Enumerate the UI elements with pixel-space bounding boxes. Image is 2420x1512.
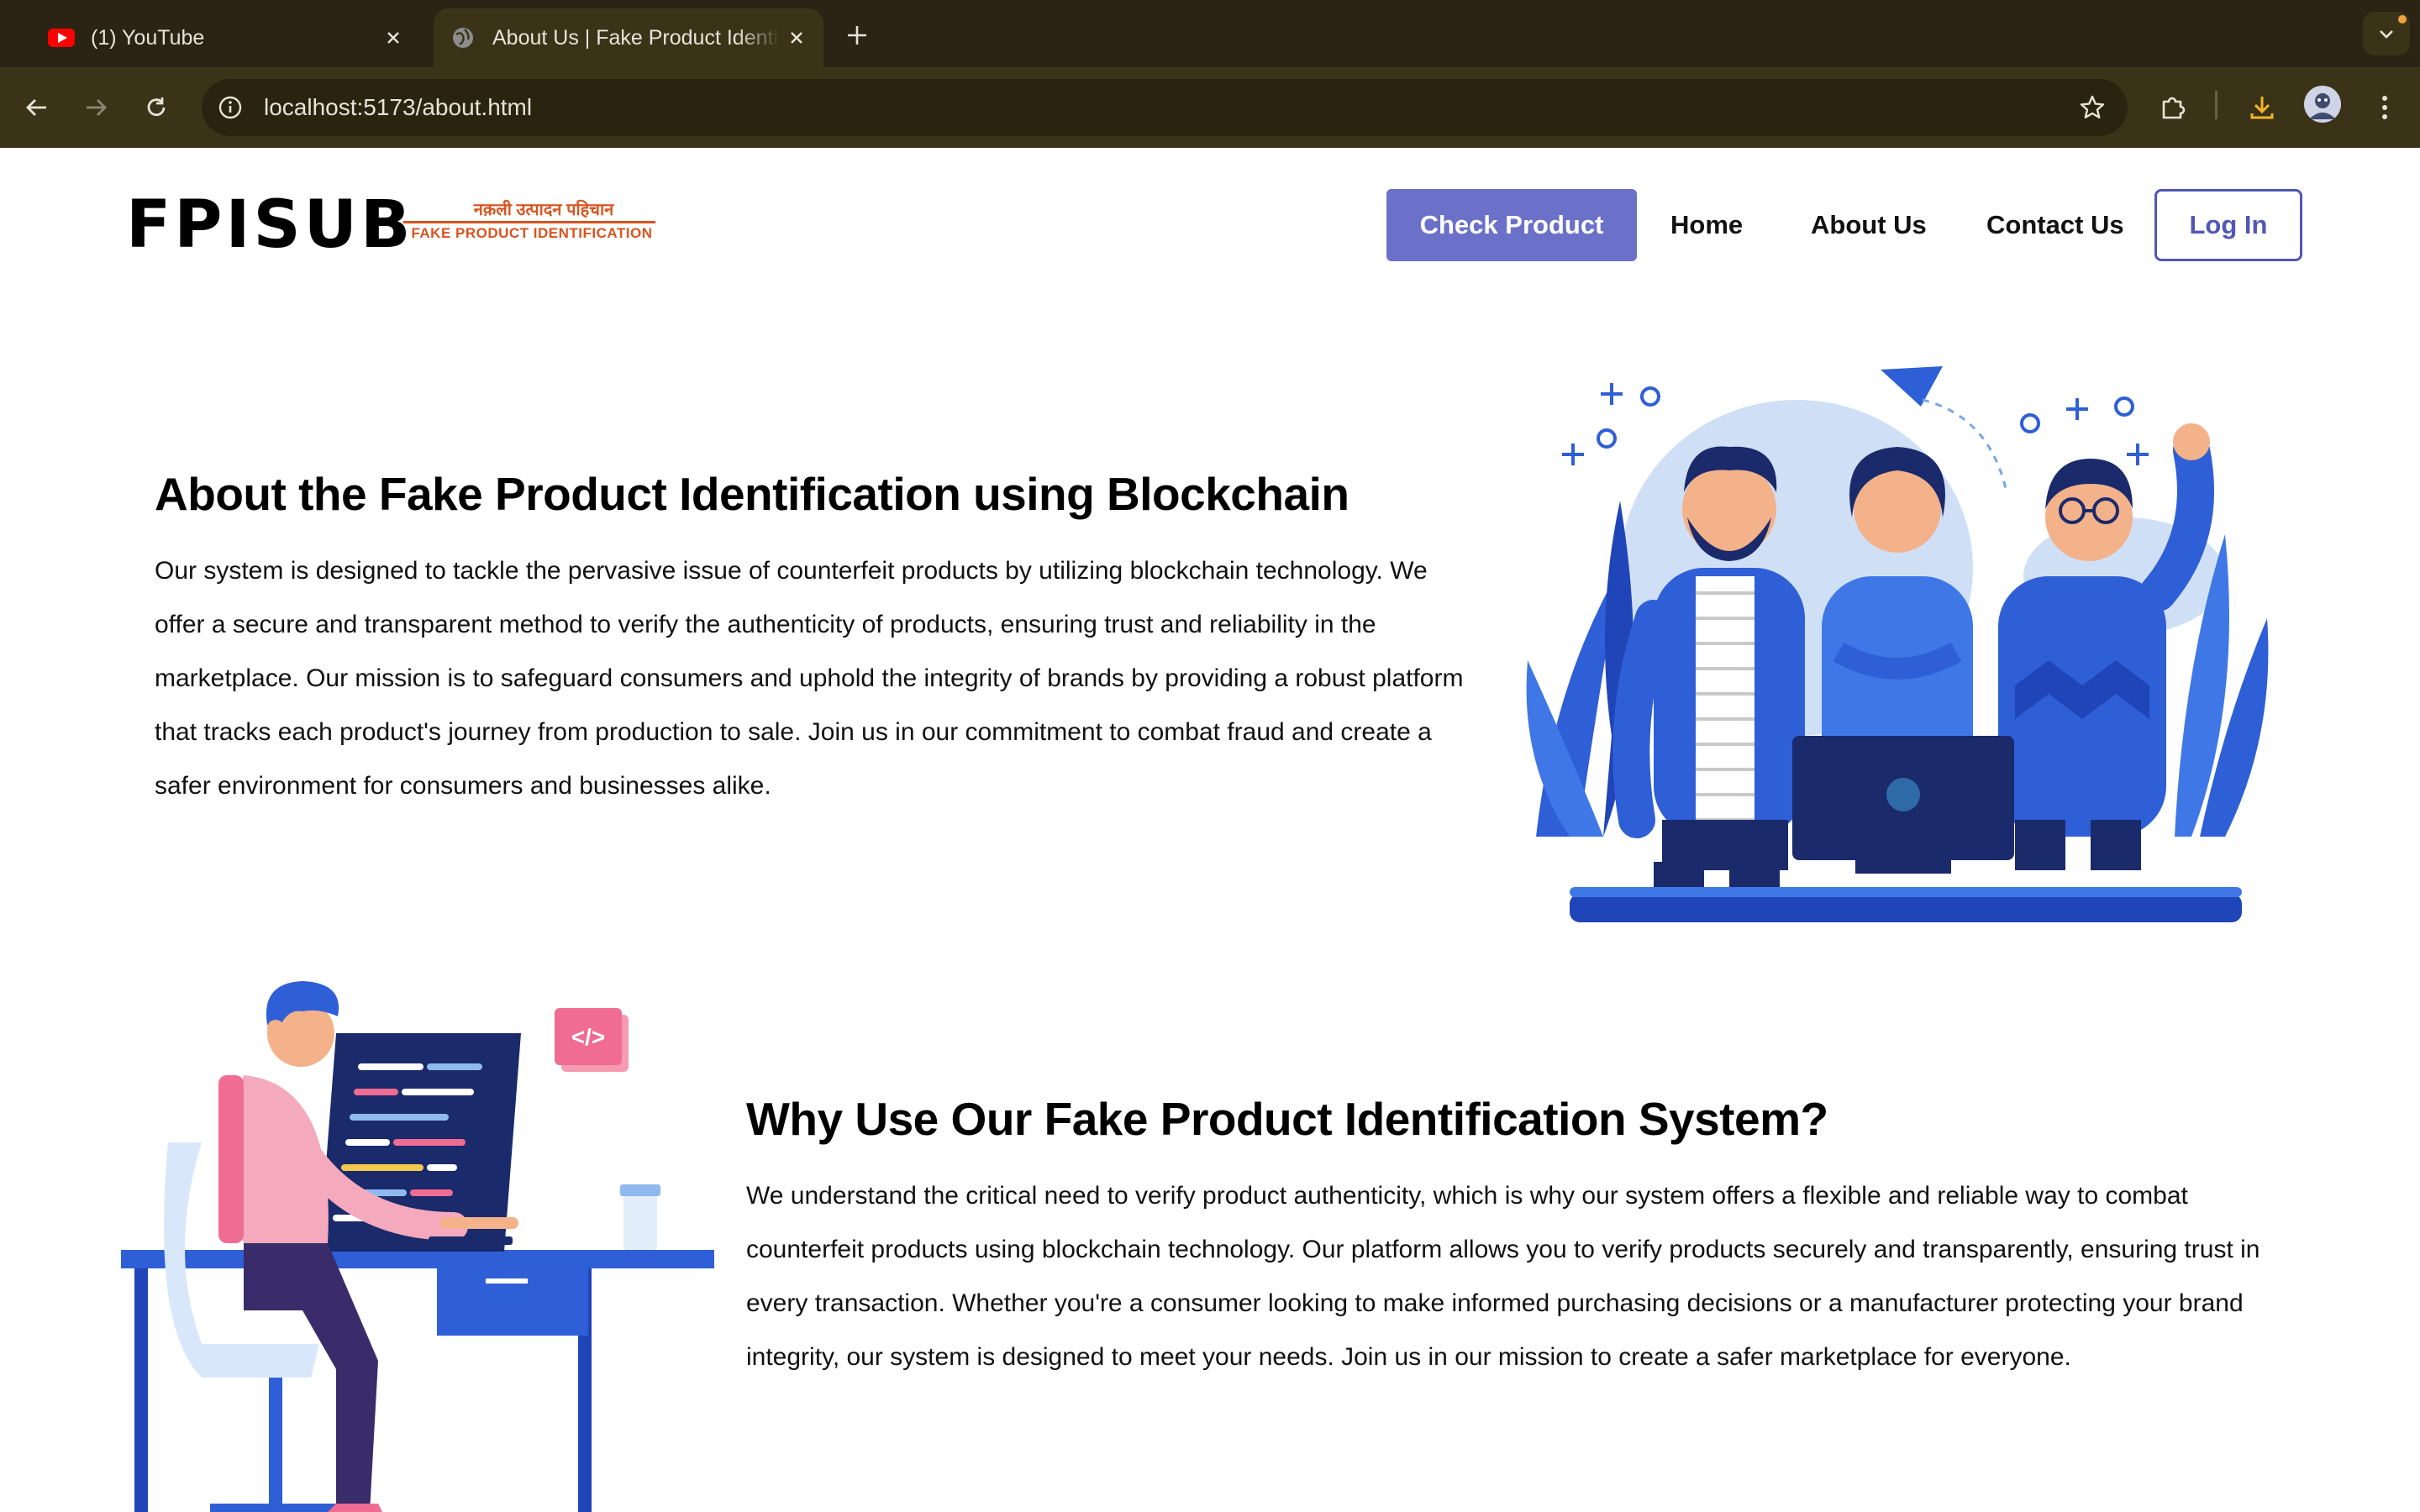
- toolbar-divider: [2215, 91, 2217, 119]
- browser-menu-button[interactable]: [2363, 86, 2407, 129]
- logo-hindi-tagline: नक़ली उत्पादन पहिचान: [473, 201, 614, 219]
- close-tab-icon[interactable]: [780, 21, 813, 55]
- forward-button[interactable]: [74, 86, 118, 129]
- site-info-icon[interactable]: [213, 91, 247, 124]
- notification-dot: [2398, 15, 2407, 24]
- youtube-icon: [47, 28, 76, 48]
- logo-english-tagline: FAKE PRODUCT IDENTIFICATION: [411, 225, 653, 241]
- plus-icon: [848, 26, 866, 45]
- back-button[interactable]: [15, 86, 59, 129]
- about-heading: About the Fake Product Identification us…: [155, 468, 1349, 520]
- reload-icon: [147, 97, 166, 117]
- bookmark-star-icon[interactable]: [2074, 89, 2111, 126]
- browser-tab-youtube[interactable]: (1) YouTube: [25, 8, 420, 67]
- profile-avatar[interactable]: [2304, 86, 2341, 123]
- login-button[interactable]: Log In: [2154, 189, 2302, 261]
- globe-icon: [449, 28, 477, 48]
- close-tab-icon[interactable]: [376, 21, 410, 55]
- about-paragraph: Our system is designed to tackle the per…: [155, 557, 1464, 800]
- extensions-button[interactable]: [2151, 86, 2195, 129]
- site-logo[interactable]: FPISUB नक़ली उत्पादन पहिचान FAKE PRODUCT…: [126, 192, 655, 259]
- tab-title: (1) YouTube: [91, 25, 205, 50]
- address-bar[interactable]: localhost:5173/about.html: [202, 79, 2128, 136]
- tab-title: About Us | Fake Product Identification: [492, 25, 780, 50]
- nav-contact-link[interactable]: Contact Us: [1986, 189, 2124, 261]
- chevron-down-icon: [2380, 30, 2393, 39]
- team-illustration: [1526, 366, 2269, 922]
- nav-about-link[interactable]: About Us: [1811, 189, 1927, 261]
- browser-tab-bar: (1) YouTube About Us | Fake Product Iden…: [0, 0, 2420, 67]
- kebab-menu-icon: [2382, 96, 2387, 119]
- why-heading: Why Use Our Fake Product Identification …: [746, 1093, 1828, 1145]
- logo-wordmark: FPISUB: [126, 187, 414, 263]
- arrow-left-icon: [26, 99, 46, 116]
- nav-home-link[interactable]: Home: [1670, 189, 1743, 261]
- downloads-button[interactable]: [2240, 86, 2284, 129]
- puzzle-icon: [2162, 97, 2186, 119]
- reload-button[interactable]: [134, 86, 178, 129]
- developer-illustration: </>: [121, 981, 714, 1512]
- why-paragraph: We understand the critical need to verif…: [746, 1182, 2260, 1371]
- check-product-button[interactable]: Check Product: [1386, 189, 1637, 261]
- tab-search-button[interactable]: [2363, 12, 2410, 55]
- logo-divider: [403, 221, 655, 223]
- url-text[interactable]: localhost:5173/about.html: [264, 94, 532, 121]
- browser-tab-about[interactable]: About Us | Fake Product Identification: [434, 8, 823, 67]
- code-badge-text: </>: [571, 1024, 605, 1050]
- arrow-right-icon: [87, 99, 107, 116]
- browser-toolbar: localhost:5173/about.html: [0, 67, 2420, 148]
- new-tab-button[interactable]: [839, 17, 876, 54]
- download-icon: [2250, 97, 2274, 119]
